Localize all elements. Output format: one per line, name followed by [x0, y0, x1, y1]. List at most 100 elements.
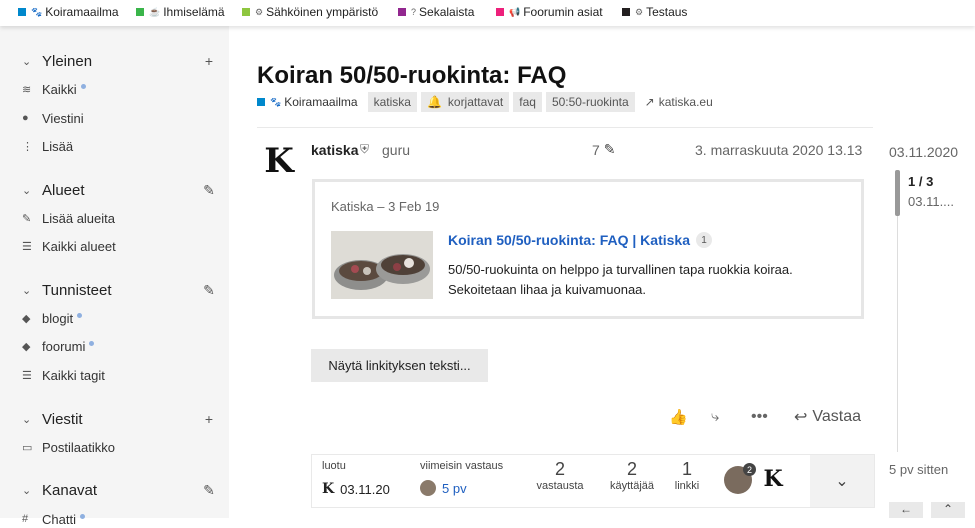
jump-back-button[interactable]: ← [889, 502, 923, 518]
expand-topic-map-button[interactable]: ⌄ [810, 455, 874, 507]
pencil-icon: ✎ [22, 212, 32, 225]
tag-katiska[interactable]: katiska [367, 92, 417, 112]
category-color-square [622, 8, 630, 16]
sidebar-item-label: Chatti [42, 511, 76, 527]
sidebar-item-lisaa-alueita[interactable]: ✎ Lisää alueita [22, 209, 115, 227]
link-onebox: Katiska – 3 Feb 19 Koiran 50/50-ruokinta… [312, 179, 864, 319]
sidebar-item-label: blogit [42, 310, 74, 326]
category-label: Koiramaailma [45, 5, 119, 19]
post-date[interactable]: 3. marraskuuta 2020 13.13 [695, 142, 862, 158]
dog-food-bowls-image [331, 231, 433, 299]
sidebar-item-viestini[interactable]: ● Viestini [22, 109, 84, 127]
last-reply-info[interactable]: 5 pv [420, 480, 467, 496]
sidebar-section-tags[interactable]: ⌄ Tunnisteet ✎ [22, 280, 217, 300]
participant-post-count: 2 [743, 463, 756, 476]
pencil-icon[interactable]: ✎ [201, 482, 217, 499]
category-link-foorumin-asiat[interactable]: 📢 Foorumin asiat [496, 4, 603, 20]
sidebar-item-postilaatikko[interactable]: ▭ Postilaatikko [22, 438, 115, 456]
sidebar-item-blogit[interactable]: ◆ blogit [22, 309, 83, 327]
sidebar: ⌄ Yleinen + ≋ Kaikki ● Viestini ⋮ Lisää … [0, 26, 229, 527]
share-icon[interactable]: ⤷ [711, 408, 719, 425]
replies-count: 2 [554, 459, 565, 479]
tag-faq[interactable]: faq [513, 92, 542, 112]
links-label: linkki [674, 480, 700, 492]
post-username[interactable]: katiska [311, 142, 358, 158]
more-ellipsis-icon[interactable]: ••• [751, 408, 768, 426]
onebox-title[interactable]: Koiran 50/50-ruokinta: FAQ | Katiska 1 [448, 232, 712, 248]
tag-50-50-ruokinta[interactable]: 50:50-ruokinta [545, 92, 635, 112]
sidebar-section-messages[interactable]: ⌄ Viestit + [22, 409, 217, 429]
cogs-icon: ⚙ [255, 6, 264, 17]
category-label: Testaus [646, 5, 688, 19]
post-divider [257, 127, 873, 128]
users-stat: 2 käyttäjää [602, 459, 662, 492]
section-title: Viestit [42, 410, 83, 428]
sidebar-item-label: foorumi [42, 338, 86, 354]
bullhorn-icon: 📢 [509, 6, 521, 17]
section-title: Kanavat [42, 481, 98, 499]
arrow-left-icon: ← [900, 502, 912, 516]
category-color-square [18, 8, 26, 16]
replies-label: vastausta [536, 480, 584, 492]
reply-button[interactable]: ↩ Vastaa [794, 407, 861, 427]
sidebar-item-chatti[interactable]: # Chatti [22, 510, 85, 528]
bell-icon: 🔔 [426, 95, 442, 109]
links-count: 1 [681, 459, 692, 479]
pencil-icon[interactable]: ✎ [201, 182, 217, 199]
created-label: luotu [322, 460, 346, 472]
sidebar-item-kaikki-alueet[interactable]: ☰ Kaikki alueet [22, 237, 116, 255]
timeline-end-label[interactable]: 5 pv sitten [889, 462, 948, 477]
sidebar-item-lisaa[interactable]: ⋮ Lisää [22, 137, 73, 155]
inbox-icon: ▭ [22, 441, 33, 454]
section-title: Yleinen [42, 52, 93, 70]
category-link-sahkoinen-ymparisto[interactable]: ⚙ Sähköinen ympäristö [242, 4, 378, 20]
external-link-label: katiska.eu [658, 95, 713, 109]
topic-category-link[interactable]: 🐾 Koiramaailma [257, 95, 358, 109]
edit-history-button[interactable]: 7 ✎ [592, 141, 616, 158]
onebox-thumbnail[interactable] [331, 231, 433, 299]
category-link-testaus[interactable]: ⚙ Testaus [622, 4, 687, 20]
participant-avatar-katiska[interactable]: K [758, 464, 788, 494]
list-icon: ☰ [22, 369, 32, 382]
sidebar-item-kaikki[interactable]: ≋ Kaikki [22, 80, 86, 98]
plus-icon[interactable]: + [201, 411, 217, 427]
like-icon[interactable]: 👍 [669, 408, 688, 426]
chevron-down-icon: ⌄ [22, 284, 32, 297]
pencil-icon[interactable]: ✎ [201, 282, 217, 299]
sidebar-item-kaikki-tagit[interactable]: ☰ Kaikki tagit [22, 366, 105, 384]
last-reply-ago: 5 pv [442, 480, 467, 496]
replies-stat: 2 vastausta [530, 459, 590, 492]
created-info[interactable]: K 03.11.20 [322, 481, 390, 497]
onebox-source[interactable]: Katiska – 3 Feb 19 [331, 199, 439, 214]
category-link-sekalaista[interactable]: ? Sekalaista [398, 4, 474, 20]
list-icon: ☰ [22, 240, 32, 253]
paw-icon: 🐾 [270, 96, 282, 107]
sidebar-section-areas[interactable]: ⌄ Alueet ✎ [22, 180, 217, 200]
unread-dot [80, 83, 86, 89]
avatar[interactable]: K [261, 141, 297, 181]
tag-korjattavat[interactable]: 🔔 korjattavat [420, 92, 510, 112]
sidebar-item-foorumi[interactable]: ◆ foorumi [22, 337, 95, 355]
coffee-icon: ☕ [149, 6, 161, 17]
category-link-ihmiselama[interactable]: ☕ Ihmiselämä [136, 4, 225, 20]
timeline-start-date[interactable]: 03.11.2020 [889, 144, 958, 160]
category-link-koiramaailma[interactable]: 🐾 Koiramaailma [18, 4, 119, 20]
pencil-icon: ✎ [603, 141, 616, 157]
topic-title[interactable]: Koiran 50/50-ruokinta: FAQ [257, 62, 566, 90]
sidebar-section-general[interactable]: ⌄ Yleinen + [22, 51, 217, 71]
unread-dot [89, 340, 95, 346]
show-link-text-button[interactable]: Näytä linkityksen teksti... [311, 349, 488, 382]
sidebar-section-channels[interactable]: ⌄ Kanavat ✎ [22, 480, 217, 500]
sidebar-item-label: Kaikki [42, 81, 77, 97]
question-icon: ? [411, 7, 417, 17]
chevron-down-icon: ⌄ [835, 473, 849, 490]
category-bar: 🐾 Koiramaailma ☕ Ihmiselämä ⚙ Sähköinen … [0, 0, 975, 26]
jump-top-button[interactable]: ⌃ [931, 502, 965, 518]
reply-label: Vastaa [812, 408, 862, 425]
plus-icon[interactable]: + [201, 53, 217, 69]
external-link[interactable]: ↗ katiska.eu [645, 95, 713, 109]
sidebar-item-label: Lisää alueita [42, 210, 115, 226]
timeline-progress: 1 / 3 [908, 174, 934, 189]
timeline-scroller-handle[interactable] [895, 170, 900, 216]
onebox-excerpt: 50/50-ruokuinta on helppo ja turvallinen… [448, 262, 793, 297]
